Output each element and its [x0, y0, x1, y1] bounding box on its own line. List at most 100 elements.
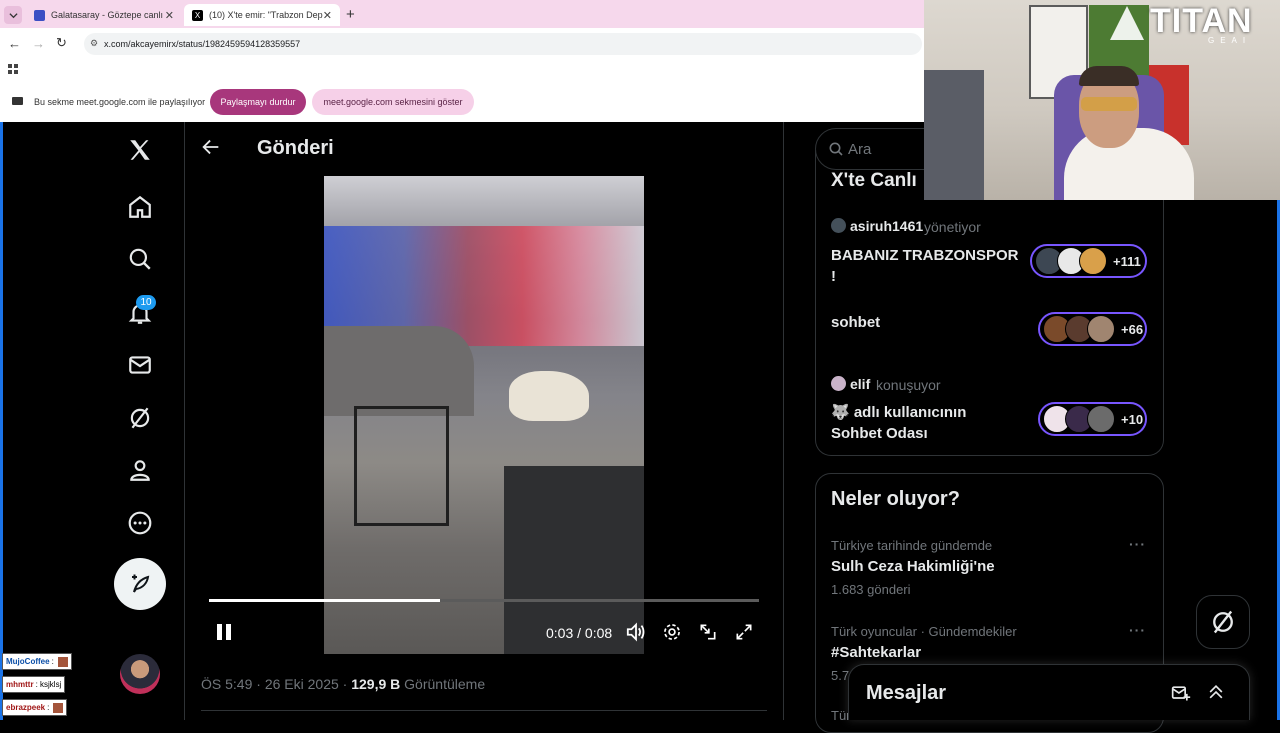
- trend-post-count: 1.683 gönderi: [831, 582, 911, 597]
- space-item[interactable]: asiruh1461 yönetiyor BABANIZ TRABZONSPOR…: [831, 216, 1149, 286]
- emote-icon: [53, 702, 64, 713]
- trend-context: Türk oyuncular · Gündemdekiler: [831, 624, 1017, 639]
- account-avatar[interactable]: [120, 654, 160, 694]
- trend-item[interactable]: Türkiye tarihinde gündemde Sulh Ceza Hak…: [831, 536, 1149, 604]
- spaces-title: X'te Canlı: [831, 170, 917, 191]
- page-title: Gönderi: [257, 137, 334, 159]
- tab-title: Galatasaray - Göztepe canlı skor: [51, 10, 165, 20]
- current-time: 0:03: [546, 625, 574, 641]
- messages-drawer[interactable]: Mesajlar: [848, 664, 1250, 720]
- logo-mark-icon: [1110, 6, 1144, 40]
- tab-title: (10) X'te emir: "Trabzon Dep: [209, 10, 323, 20]
- search-icon[interactable]: [124, 243, 156, 275]
- more-icon[interactable]: [124, 507, 156, 539]
- meta-dot: ·: [342, 676, 348, 692]
- close-icon[interactable]: ✕: [323, 9, 332, 22]
- settings-icon[interactable]: [662, 622, 682, 647]
- divider: [201, 710, 767, 711]
- chevron-down-icon: [8, 12, 18, 18]
- trend-name: Sulh Ceza Hakimliği'ne: [831, 558, 995, 575]
- space-title: BABANIZ TRABZONSPOR !: [831, 247, 1019, 285]
- apps-icon[interactable]: [8, 64, 18, 74]
- column-divider: [783, 122, 784, 720]
- tab-x-post[interactable]: X (10) X'te emir: "Trabzon Dep ✕: [184, 4, 340, 26]
- chat-message: mhmttr : ksjklsj: [2, 676, 66, 693]
- dock-video-icon[interactable]: [698, 622, 718, 647]
- space-title: 🐺 adlı kullanıcının Sohbet Odası: [831, 404, 967, 442]
- notification-badge: 10: [136, 295, 156, 310]
- emote-icon: [57, 656, 68, 667]
- chat-text: :: [47, 703, 50, 712]
- chat-message: MujoCoffee :: [2, 653, 72, 670]
- space-host: asiruh1461: [850, 218, 924, 234]
- close-icon[interactable]: ✕: [165, 9, 174, 22]
- video-player[interactable]: 0:03 / 0:08: [201, 176, 767, 654]
- trend-name: #Sahtekarlar: [831, 644, 922, 661]
- compose-post-button[interactable]: [114, 558, 166, 610]
- more-options-icon[interactable]: ···: [1129, 622, 1146, 638]
- meta-dot: ·: [256, 676, 261, 692]
- space-item[interactable]: elif konuşuyor 🐺 adlı kullanıcının Sohbe…: [831, 374, 1149, 446]
- post-meta: ÖS 5:49 · 26 Eki 2025 · 129,9 B Görüntül…: [201, 676, 485, 692]
- video-frame: [324, 176, 644, 654]
- chat-message: ebrazpeek :: [2, 699, 68, 716]
- video-progress-fill: [209, 599, 440, 602]
- pause-icon[interactable]: [217, 624, 231, 640]
- back-arrow-icon[interactable]: [200, 136, 222, 163]
- messages-icon[interactable]: [124, 349, 156, 381]
- grok-icon: [1213, 610, 1233, 634]
- reload-button[interactable]: ↻: [56, 35, 67, 51]
- stop-sharing-button[interactable]: Paylaşmayı durdur: [210, 89, 306, 115]
- x-logo-icon: X: [192, 9, 203, 21]
- chat-user: mhmttr: [6, 680, 34, 689]
- space-host: elif: [850, 376, 871, 392]
- time-separator: /: [577, 625, 582, 641]
- feather-plus-icon: [132, 574, 150, 593]
- post-time[interactable]: ÖS 5:49: [201, 676, 252, 692]
- home-icon[interactable]: [124, 191, 156, 223]
- space-item[interactable]: sohbet +66: [831, 312, 1149, 352]
- more-options-icon[interactable]: ···: [1129, 536, 1146, 552]
- fullscreen-icon[interactable]: [734, 622, 754, 647]
- forward-button[interactable]: →: [32, 36, 45, 51]
- screen-share-icon: [12, 97, 23, 105]
- tab-galatasaray[interactable]: Galatasaray - Göztepe canlı skor ✕: [26, 4, 182, 26]
- profile-icon[interactable]: [124, 454, 156, 486]
- tab-list-menu[interactable]: [4, 6, 22, 24]
- listener-count: +10: [1121, 411, 1144, 427]
- column-divider: [184, 122, 185, 720]
- new-tab-button[interactable]: +: [346, 6, 355, 23]
- chat-text: :: [51, 657, 54, 666]
- host-avatar: [831, 376, 846, 391]
- back-button[interactable]: ←: [8, 36, 21, 51]
- new-message-icon[interactable]: [1171, 683, 1191, 703]
- chat-user: ebrazpeek: [6, 703, 46, 712]
- site-info-icon[interactable]: ⚙: [90, 38, 98, 49]
- volume-icon[interactable]: [625, 622, 647, 647]
- show-meet-tab-button[interactable]: meet.google.com sekmesini göster: [312, 89, 474, 115]
- collapse-up-icon[interactable]: [1206, 682, 1226, 702]
- logo-subtext: GEAI: [1208, 36, 1252, 45]
- listener-avatars: +111: [1030, 244, 1147, 278]
- bookmarks-bar: [0, 58, 924, 82]
- listener-count: +111: [1113, 253, 1141, 269]
- address-bar[interactable]: ⚙ x.com/akcayemirx/status/19824595941283…: [84, 33, 922, 55]
- post-date[interactable]: 26 Eki 2025: [265, 676, 339, 692]
- stream-logo: TITAN GEAI: [1108, 2, 1268, 48]
- tab-favicon-icon: [34, 9, 45, 21]
- chat-user: MujoCoffee: [6, 657, 50, 666]
- listener-count: +66: [1121, 321, 1144, 337]
- space-role: yönetiyor: [924, 219, 981, 235]
- space-role: konuşuyor: [876, 377, 941, 393]
- listener-avatars: +10: [1038, 402, 1147, 436]
- grok-icon[interactable]: [124, 402, 156, 434]
- video-time: 0:03 / 0:08: [546, 625, 612, 641]
- grok-button[interactable]: [1196, 595, 1250, 649]
- x-logo-icon[interactable]: [124, 134, 156, 166]
- share-message: Bu sekme meet.google.com ile paylaşılıyo…: [34, 97, 206, 107]
- messages-title: Mesajlar: [866, 682, 947, 704]
- url-text: x.com/akcayemirx/status/1982459594128359…: [104, 39, 301, 49]
- video-progress-track[interactable]: [209, 599, 759, 602]
- listener-avatars: +66: [1038, 312, 1147, 346]
- chat-text: : ksjklsj: [35, 680, 62, 689]
